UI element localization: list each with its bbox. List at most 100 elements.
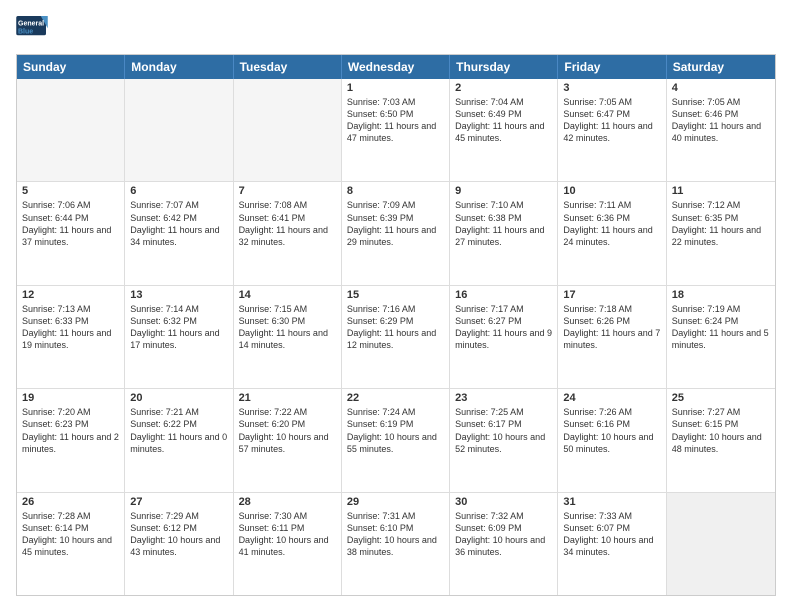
cell-text: Sunrise: 7:05 AM Sunset: 6:46 PM Dayligh… [672, 96, 770, 145]
cell-text: Sunrise: 7:33 AM Sunset: 6:07 PM Dayligh… [563, 510, 660, 559]
day-number: 5 [22, 185, 119, 197]
day-number: 6 [130, 185, 227, 197]
cell-text: Sunrise: 7:32 AM Sunset: 6:09 PM Dayligh… [455, 510, 552, 559]
calendar-cell: 28 Sunrise: 7:30 AM Sunset: 6:11 PM Dayli… [234, 493, 342, 595]
calendar-cell: 5 Sunrise: 7:06 AM Sunset: 6:44 PM Daylig… [17, 182, 125, 284]
calendar-week-2: 5 Sunrise: 7:06 AM Sunset: 6:44 PM Daylig… [17, 182, 775, 285]
calendar-cell: 23 Sunrise: 7:25 AM Sunset: 6:17 PM Dayli… [450, 389, 558, 491]
cell-text: Sunrise: 7:21 AM Sunset: 6:22 PM Dayligh… [130, 406, 227, 455]
cell-text: Sunrise: 7:10 AM Sunset: 6:38 PM Dayligh… [455, 199, 552, 248]
cell-text: Sunrise: 7:24 AM Sunset: 6:19 PM Dayligh… [347, 406, 444, 455]
cell-text: Sunrise: 7:29 AM Sunset: 6:12 PM Dayligh… [130, 510, 227, 559]
logo: General Blue [16, 16, 48, 44]
calendar-cell: 22 Sunrise: 7:24 AM Sunset: 6:19 PM Dayli… [342, 389, 450, 491]
day-number: 26 [22, 496, 119, 508]
header: General Blue [16, 16, 776, 44]
day-number: 12 [22, 289, 119, 301]
day-number: 23 [455, 392, 552, 404]
cell-text: Sunrise: 7:12 AM Sunset: 6:35 PM Dayligh… [672, 199, 770, 248]
calendar-cell: 13 Sunrise: 7:14 AM Sunset: 6:32 PM Dayli… [125, 286, 233, 388]
calendar-cell: 30 Sunrise: 7:32 AM Sunset: 6:09 PM Dayli… [450, 493, 558, 595]
cell-text: Sunrise: 7:14 AM Sunset: 6:32 PM Dayligh… [130, 303, 227, 352]
day-number: 2 [455, 82, 552, 94]
header-thursday: Thursday [450, 55, 558, 79]
calendar-cell: 31 Sunrise: 7:33 AM Sunset: 6:07 PM Dayli… [558, 493, 666, 595]
calendar-cell: 9 Sunrise: 7:10 AM Sunset: 6:38 PM Daylig… [450, 182, 558, 284]
calendar-cell [17, 79, 125, 181]
page: General Blue Sunday Monday Tuesday Wedne… [0, 0, 792, 612]
day-number: 13 [130, 289, 227, 301]
header-sunday: Sunday [17, 55, 125, 79]
calendar-week-5: 26 Sunrise: 7:28 AM Sunset: 6:14 PM Dayli… [17, 493, 775, 595]
calendar-cell: 19 Sunrise: 7:20 AM Sunset: 6:23 PM Dayli… [17, 389, 125, 491]
day-number: 18 [672, 289, 770, 301]
calendar-cell [667, 493, 775, 595]
calendar-cell: 16 Sunrise: 7:17 AM Sunset: 6:27 PM Dayli… [450, 286, 558, 388]
header-monday: Monday [125, 55, 233, 79]
calendar-cell: 11 Sunrise: 7:12 AM Sunset: 6:35 PM Dayli… [667, 182, 775, 284]
header-wednesday: Wednesday [342, 55, 450, 79]
calendar-cell [125, 79, 233, 181]
calendar-cell: 14Sunrise: 7:15 AM Sunset: 6:30 PM Dayli… [234, 286, 342, 388]
calendar-cell: 27Sunrise: 7:29 AM Sunset: 6:12 PM Dayli… [125, 493, 233, 595]
calendar-cell [234, 79, 342, 181]
calendar-cell: 17 Sunrise: 7:18 AM Sunset: 6:26 PM Dayli… [558, 286, 666, 388]
calendar-cell: 15 Sunrise: 7:16 AM Sunset: 6:29 PM Dayli… [342, 286, 450, 388]
day-number: 19 [22, 392, 119, 404]
cell-text: Sunrise: 7:09 AM Sunset: 6:39 PM Dayligh… [347, 199, 444, 248]
svg-text:Blue: Blue [18, 29, 33, 36]
day-number: 10 [563, 185, 660, 197]
cell-text: Sunrise: 7:20 AM Sunset: 6:23 PM Dayligh… [22, 406, 119, 455]
day-number: 25 [672, 392, 770, 404]
calendar-cell: 12 Sunrise: 7:13 AM Sunset: 6:33 PM Dayli… [17, 286, 125, 388]
day-number: 17 [563, 289, 660, 301]
calendar-cell: 10 Sunrise: 7:11 AM Sunset: 6:36 PM Dayli… [558, 182, 666, 284]
cell-text: Sunrise: 7:25 AM Sunset: 6:17 PM Dayligh… [455, 406, 552, 455]
cell-text: Sunrise: 7:22 AM Sunset: 6:20 PM Dayligh… [239, 406, 336, 455]
cell-text: Sunrise: 7:27 AM Sunset: 6:15 PM Dayligh… [672, 406, 770, 455]
cell-text: Sunrise: 7:17 AM Sunset: 6:27 PM Dayligh… [455, 303, 552, 352]
calendar-cell: 26 Sunrise: 7:28 AM Sunset: 6:14 PM Dayli… [17, 493, 125, 595]
day-number: 22 [347, 392, 444, 404]
calendar-cell: 18 Sunrise: 7:19 AM Sunset: 6:24 PM Dayli… [667, 286, 775, 388]
day-number: 11 [672, 185, 770, 197]
header-saturday: Saturday [667, 55, 775, 79]
day-number: 28 [239, 496, 336, 508]
cell-text: Sunrise: 7:04 AM Sunset: 6:49 PM Dayligh… [455, 96, 552, 145]
day-number: 15 [347, 289, 444, 301]
cell-text: Sunrise: 7:19 AM Sunset: 6:24 PM Dayligh… [672, 303, 770, 352]
cell-text: Sunrise: 7:15 AM Sunset: 6:30 PM Dayligh… [239, 303, 336, 352]
day-number: 16 [455, 289, 552, 301]
cell-text: Sunrise: 7:11 AM Sunset: 6:36 PM Dayligh… [563, 199, 660, 248]
cell-text: Sunrise: 7:16 AM Sunset: 6:29 PM Dayligh… [347, 303, 444, 352]
day-number: 31 [563, 496, 660, 508]
calendar-cell: 2 Sunrise: 7:04 AM Sunset: 6:49 PM Daylig… [450, 79, 558, 181]
day-number: 29 [347, 496, 444, 508]
calendar-cell: 29Sunrise: 7:31 AM Sunset: 6:10 PM Dayli… [342, 493, 450, 595]
cell-text: Sunrise: 7:28 AM Sunset: 6:14 PM Dayligh… [22, 510, 119, 559]
cell-text: Sunrise: 7:18 AM Sunset: 6:26 PM Dayligh… [563, 303, 660, 352]
header-friday: Friday [558, 55, 666, 79]
calendar-body: 1Sunrise: 7:03 AM Sunset: 6:50 PM Daylig… [17, 79, 775, 595]
cell-text: Sunrise: 7:07 AM Sunset: 6:42 PM Dayligh… [130, 199, 227, 248]
calendar-cell: 20 Sunrise: 7:21 AM Sunset: 6:22 PM Dayli… [125, 389, 233, 491]
day-number: 9 [455, 185, 552, 197]
day-number: 30 [455, 496, 552, 508]
day-number: 7 [239, 185, 336, 197]
calendar-cell: 7Sunrise: 7:08 AM Sunset: 6:41 PM Daylig… [234, 182, 342, 284]
day-number: 4 [672, 82, 770, 94]
day-number: 20 [130, 392, 227, 404]
cell-text: Sunrise: 7:13 AM Sunset: 6:33 PM Dayligh… [22, 303, 119, 352]
day-number: 21 [239, 392, 336, 404]
calendar-cell: 25 Sunrise: 7:27 AM Sunset: 6:15 PM Dayli… [667, 389, 775, 491]
calendar-cell: 6 Sunrise: 7:07 AM Sunset: 6:42 PM Daylig… [125, 182, 233, 284]
cell-text: Sunrise: 7:30 AM Sunset: 6:11 PM Dayligh… [239, 510, 336, 559]
day-number: 24 [563, 392, 660, 404]
cell-text: Sunrise: 7:26 AM Sunset: 6:16 PM Dayligh… [563, 406, 660, 455]
logo-icon: General Blue [16, 16, 48, 44]
cell-text: Sunrise: 7:06 AM Sunset: 6:44 PM Dayligh… [22, 199, 119, 248]
calendar-cell: 21 Sunrise: 7:22 AM Sunset: 6:20 PM Dayli… [234, 389, 342, 491]
header-tuesday: Tuesday [234, 55, 342, 79]
calendar-cell: 1Sunrise: 7:03 AM Sunset: 6:50 PM Daylig… [342, 79, 450, 181]
day-number: 8 [347, 185, 444, 197]
